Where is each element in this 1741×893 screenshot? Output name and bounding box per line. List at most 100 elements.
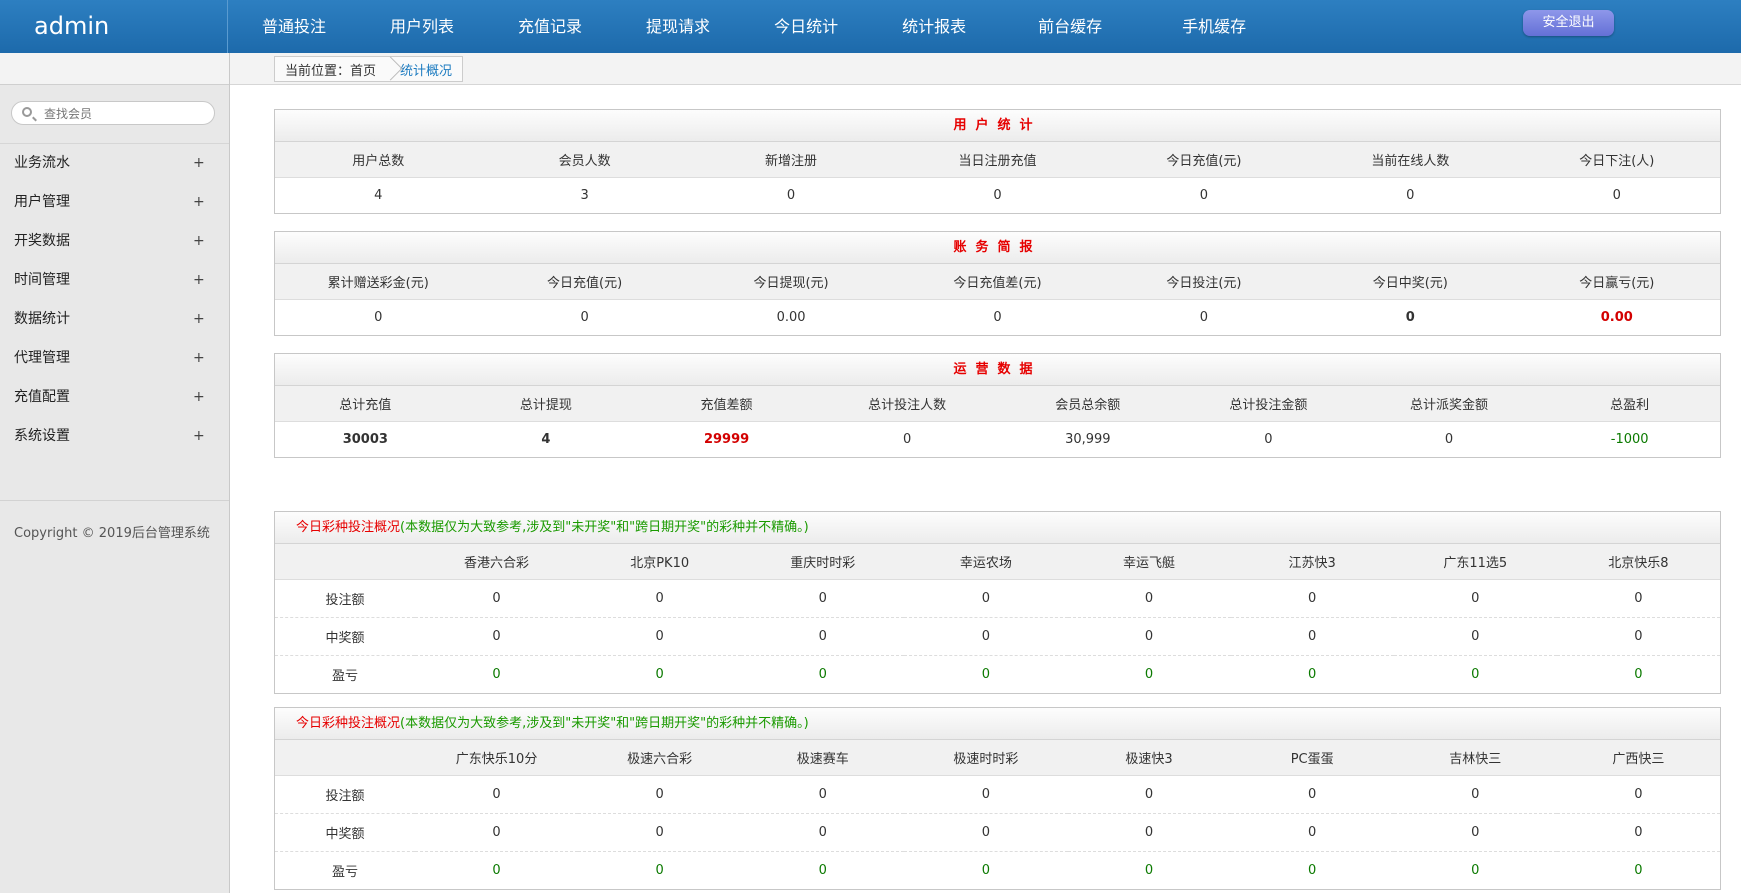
expand-icon[interactable]: + <box>193 222 205 261</box>
expand-icon[interactable]: + <box>193 261 205 300</box>
column-header: 江苏快3 <box>1230 544 1394 580</box>
table-cell: 0 <box>904 579 1068 618</box>
sidebar-item-recharge-config[interactable]: 充值配置 + <box>0 378 229 417</box>
table-cell: 0 <box>1556 617 1720 656</box>
panel-title-text: 今日彩种投注概况 <box>296 716 401 731</box>
table-row: 投注额 0 0 0 0 0 0 0 0 <box>275 775 1720 814</box>
sidebar-item-label: 数据统计 <box>14 311 70 327</box>
column-header: 会员人数 <box>481 142 688 178</box>
table-cell: 0 <box>904 655 1068 693</box>
expand-icon[interactable]: + <box>193 417 205 456</box>
table-cell: 0 <box>578 851 742 889</box>
table-cell: 0 <box>1067 617 1231 656</box>
today-bet-value: 0 <box>1199 310 1209 325</box>
table-cell: 0 <box>1230 617 1394 656</box>
column-header: 当前在线人数 <box>1307 142 1514 178</box>
total-payout-value: 0 <box>1444 432 1454 447</box>
panel-title: 账务简报 <box>275 232 1720 264</box>
bonus-gift-value: 0 <box>374 310 383 325</box>
column-header <box>275 740 415 776</box>
user-stats-panel: 用户统计 用户总数 会员人数 新增注册 当日注册充值 今日充值(元) 当前在线人… <box>274 109 1721 214</box>
column-header: 总计提现 <box>455 386 637 422</box>
total-recharge-value: 30003 <box>342 432 388 447</box>
row-label: 中奖额 <box>275 813 415 852</box>
column-header: 吉林快三 <box>1393 740 1557 776</box>
member-balance-value: 30,999 <box>1065 432 1111 447</box>
table-cell: 0 <box>741 655 905 693</box>
sidebar-item-system-settings[interactable]: 系统设置 + <box>0 417 229 456</box>
sidebar-item-time-management[interactable]: 时间管理 + <box>0 261 229 300</box>
logout-button[interactable]: 安全退出 <box>1523 10 1614 36</box>
sidebar-item-user-management[interactable]: 用户管理 + <box>0 183 229 222</box>
table-row: 盈亏 0 0 0 0 0 0 0 0 <box>275 851 1720 889</box>
column-header: 重庆时时彩 <box>741 544 905 580</box>
nav-user-list[interactable]: 用户列表 <box>358 0 486 53</box>
breadcrumb-bar: 当前位置：首页 统计概况 <box>230 53 1741 85</box>
breadcrumb-home[interactable]: 当前位置：首页 <box>275 60 384 79</box>
nav-withdraw-requests[interactable]: 提现请求 <box>614 0 742 53</box>
panel-note: (本数据仅为大致参考,涉及到"未开奖"和"跨日期开奖"的彩种并不精确。) <box>400 716 809 731</box>
sidebar-item-business-flow[interactable]: 业务流水 + <box>0 144 229 183</box>
row-label: 盈亏 <box>275 851 415 889</box>
expand-icon[interactable]: + <box>193 378 205 417</box>
row-label: 中奖额 <box>275 617 415 656</box>
column-header: 当日注册充值 <box>894 142 1101 178</box>
expand-icon[interactable]: + <box>193 339 205 378</box>
expand-icon[interactable]: + <box>193 183 205 222</box>
nav-mobile-cache[interactable]: 手机缓存 <box>1142 0 1286 53</box>
finance-table: 累计赠送彩金(元) 今日充值(元) 今日提现(元) 今日充值差(元) 今日投注(… <box>275 264 1720 335</box>
column-header: 用户总数 <box>275 142 482 178</box>
table-cell: 0 <box>1230 579 1394 618</box>
table-cell: 0 <box>1393 579 1557 618</box>
sidebar-item-label: 充值配置 <box>14 389 70 405</box>
nav-frontend-cache[interactable]: 前台缓存 <box>998 0 1142 53</box>
table-cell: 0 <box>904 617 1068 656</box>
column-header: 广东快乐10分 <box>415 740 579 776</box>
column-header: 极速时时彩 <box>904 740 1068 776</box>
expand-icon[interactable]: + <box>193 300 205 339</box>
member-search-input[interactable] <box>42 104 206 124</box>
total-bettors-value: 0 <box>903 432 912 447</box>
table-cell: 0 <box>1067 851 1231 889</box>
column-header: 极速六合彩 <box>578 740 742 776</box>
table-cell: 0 <box>741 579 905 618</box>
lottery-table-1: 香港六合彩 北京PK10 重庆时时彩 幸运农场 幸运飞艇 江苏快3 广东11选5… <box>275 544 1720 693</box>
total-users-value: 4 <box>374 188 383 203</box>
breadcrumb: 当前位置：首页 统计概况 <box>274 56 464 82</box>
panel-title: 运营数据 <box>275 354 1720 386</box>
sidebar-item-draw-data[interactable]: 开奖数据 + <box>0 222 229 261</box>
table-cell: 0 <box>741 617 905 656</box>
nav-recharge-records[interactable]: 充值记录 <box>486 0 614 53</box>
divider <box>0 500 229 501</box>
table-cell: 0 <box>1556 851 1720 889</box>
sidebar-top-strip <box>0 53 229 85</box>
column-header: 北京PK10 <box>578 544 742 580</box>
column-header: 极速赛车 <box>741 740 905 776</box>
column-header: 今日提现(元) <box>687 264 895 300</box>
sidebar-item-data-stats[interactable]: 数据统计 + <box>0 300 229 339</box>
nav-stat-reports[interactable]: 统计报表 <box>870 0 998 53</box>
column-header: 充值差额 <box>636 386 817 422</box>
table-cell: 0 <box>578 775 742 814</box>
lottery-overview-panel-2: 今日彩种投注概况(本数据仅为大致参考,涉及到"未开奖"和"跨日期开奖"的彩种并不… <box>274 707 1721 890</box>
sidebar-item-label: 时间管理 <box>14 272 70 288</box>
total-withdraw-value: 4 <box>541 432 551 447</box>
sidebar-item-label: 系统设置 <box>14 428 70 444</box>
search-icon[interactable] <box>22 107 32 117</box>
nav-normal-bet[interactable]: 普通投注 <box>230 0 358 53</box>
today-recharge-diff-value: 0 <box>993 310 1002 325</box>
column-header: 会员总余额 <box>997 386 1179 422</box>
table-cell: 0 <box>415 813 579 852</box>
expand-icon[interactable]: + <box>193 144 205 183</box>
table-cell: 0 <box>1230 851 1394 889</box>
sidebar-item-agent-management[interactable]: 代理管理 + <box>0 339 229 378</box>
column-header: 今日充值(元) <box>1100 142 1308 178</box>
column-header: 幸运农场 <box>904 544 1068 580</box>
column-header: 总计投注人数 <box>816 386 998 422</box>
row-label: 盈亏 <box>275 655 415 693</box>
table-cell: 0 <box>415 851 579 889</box>
nav-today-stats[interactable]: 今日统计 <box>742 0 870 53</box>
table-row: 中奖额 0 0 0 0 0 0 0 0 <box>275 813 1720 852</box>
sidebar-item-label: 业务流水 <box>14 155 70 171</box>
sidebar-item-label: 开奖数据 <box>14 233 70 249</box>
